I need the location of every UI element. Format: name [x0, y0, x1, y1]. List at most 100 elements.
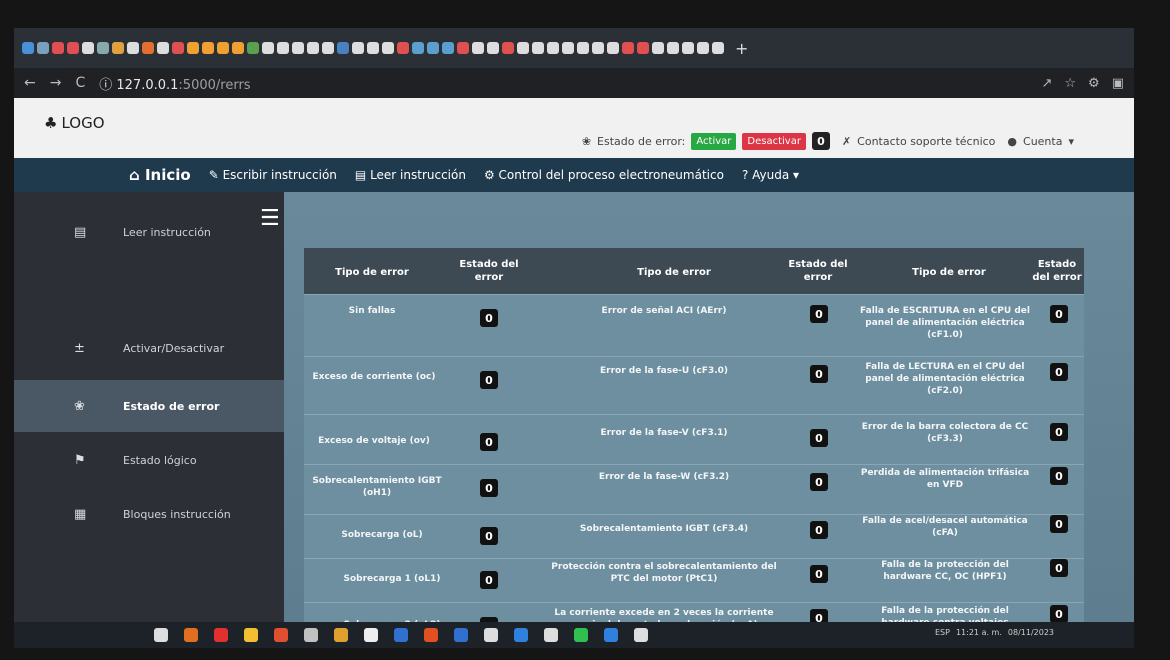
taskbar-app-icon[interactable] — [304, 628, 318, 642]
taskbar-app-icon[interactable] — [424, 628, 438, 642]
taskbar-app-icon[interactable] — [604, 628, 618, 642]
taskbar-app-icon[interactable] — [634, 628, 648, 642]
taskbar-app-icon[interactable] — [214, 628, 228, 642]
back-arrow-icon[interactable]: ← — [24, 75, 36, 91]
tab-favicon[interactable] — [97, 42, 109, 54]
tab-favicon[interactable] — [682, 42, 694, 54]
extensions-icon[interactable]: ⚙ — [1088, 76, 1100, 91]
tab-favicon[interactable] — [277, 42, 289, 54]
error-state-badge: 0 — [1050, 467, 1068, 485]
reload-icon[interactable]: C — [75, 75, 85, 91]
tab-favicon[interactable] — [397, 42, 409, 54]
tab-favicon[interactable] — [262, 42, 274, 54]
user-icon: ● — [1007, 134, 1018, 148]
taskbar-app-icon[interactable] — [544, 628, 558, 642]
tab-favicon[interactable] — [202, 42, 214, 54]
forward-arrow-icon[interactable]: → — [50, 75, 62, 91]
url-field[interactable]: ⓘ 127.0.0.1:5000/rerrs — [99, 74, 250, 93]
star-icon[interactable]: ☆ — [1064, 76, 1076, 91]
activate-button[interactable]: Activar — [691, 132, 737, 150]
tab-favicon[interactable] — [67, 42, 79, 54]
nav-help[interactable]: ? Ayuda ▾ — [742, 168, 799, 182]
taskbar-app-icon[interactable] — [334, 628, 348, 642]
tab-favicon[interactable] — [457, 42, 469, 54]
sidebar-item-error-status[interactable]: ❀ Estado de error — [14, 380, 284, 432]
tab-favicon[interactable] — [217, 42, 229, 54]
tab-favicon[interactable] — [367, 42, 379, 54]
sidebar-item-read-instruction[interactable]: ▤ Leer instrucción — [14, 206, 284, 258]
error-state-badge: 0 — [480, 371, 498, 389]
tab-favicon[interactable] — [562, 42, 574, 54]
tab-favicon[interactable] — [352, 42, 364, 54]
column-header-error-state: Estado del error — [459, 259, 519, 283]
sidebar-item-instruction-blocks[interactable]: ▦ Bloques instrucción — [14, 488, 284, 540]
browser-actions: ↗ ☆ ⚙ ▣ — [1041, 76, 1124, 91]
nav-write-instruction[interactable]: ✎ Escribir instrucción — [209, 168, 337, 182]
share-icon[interactable]: ↗ — [1041, 76, 1052, 91]
tab-favicon[interactable] — [112, 42, 124, 54]
support-link[interactable]: Contacto soporte técnico — [857, 135, 995, 148]
tab-favicon[interactable] — [322, 42, 334, 54]
tab-favicon[interactable] — [172, 42, 184, 54]
panel-icon[interactable]: ▣ — [1112, 76, 1124, 91]
nav-read-instruction[interactable]: ▤ Leer instrucción — [355, 168, 466, 182]
tab-favicon[interactable] — [577, 42, 589, 54]
taskbar-app-icon[interactable] — [364, 628, 378, 642]
tab-favicon[interactable] — [427, 42, 439, 54]
tab-favicon[interactable] — [292, 42, 304, 54]
tab-favicon[interactable] — [247, 42, 259, 54]
tab-favicon[interactable] — [382, 42, 394, 54]
tab-favicon[interactable] — [532, 42, 544, 54]
tab-favicon[interactable] — [142, 42, 154, 54]
error-state-badge: 0 — [1050, 423, 1068, 441]
tab-favicon[interactable] — [52, 42, 64, 54]
tab-favicon[interactable] — [442, 42, 454, 54]
os-taskbar: ESP 11:21 a. m. 08/11/2023 — [14, 622, 1134, 648]
tab-favicon[interactable] — [82, 42, 94, 54]
tab-favicon[interactable] — [412, 42, 424, 54]
tray-time[interactable]: 11:21 a. m. — [956, 628, 1002, 637]
tab-favicon[interactable] — [667, 42, 679, 54]
nav-process-control[interactable]: ⚙ Control del proceso electroneumático — [484, 168, 724, 182]
taskbar-app-icon[interactable] — [154, 628, 168, 642]
taskbar-app-icon[interactable] — [574, 628, 588, 642]
taskbar-app-icon[interactable] — [244, 628, 258, 642]
error-state-badge: 0 — [810, 429, 828, 447]
logo[interactable]: ♣ LOGO — [44, 114, 105, 132]
tab-favicon[interactable] — [337, 42, 349, 54]
taskbar-app-icon[interactable] — [514, 628, 528, 642]
taskbar-app-icon[interactable] — [484, 628, 498, 642]
new-tab-plus-icon[interactable]: + — [735, 39, 748, 58]
tab-favicon[interactable] — [502, 42, 514, 54]
deactivate-button[interactable]: Desactivar — [742, 132, 806, 150]
chevron-down-icon[interactable]: ▾ — [1068, 135, 1074, 148]
tab-favicon[interactable] — [127, 42, 139, 54]
tab-favicon[interactable] — [697, 42, 709, 54]
taskbar-app-icon[interactable] — [394, 628, 408, 642]
tab-favicon[interactable] — [307, 42, 319, 54]
taskbar-app-icon[interactable] — [454, 628, 468, 642]
tab-favicon[interactable] — [622, 42, 634, 54]
tab-favicon[interactable] — [157, 42, 169, 54]
tab-favicon[interactable] — [592, 42, 604, 54]
taskbar-app-icon[interactable] — [274, 628, 288, 642]
tab-favicon[interactable] — [712, 42, 724, 54]
tab-favicon[interactable] — [487, 42, 499, 54]
tab-favicon[interactable] — [637, 42, 649, 54]
nav-home[interactable]: ⌂ Inicio — [129, 166, 191, 184]
tab-favicon[interactable] — [607, 42, 619, 54]
tray-language[interactable]: ESP — [935, 628, 950, 637]
tab-favicon[interactable] — [547, 42, 559, 54]
tab-favicon[interactable] — [652, 42, 664, 54]
tab-favicon[interactable] — [187, 42, 199, 54]
sidebar-item-logic-status[interactable]: ⚑ Estado lógico — [14, 434, 284, 486]
tab-favicon[interactable] — [22, 42, 34, 54]
sidebar-item-activate-deactivate[interactable]: ± Activar/Desactivar — [14, 322, 284, 374]
account-dropdown[interactable]: Cuenta — [1023, 135, 1062, 148]
tray-date[interactable]: 08/11/2023 — [1008, 628, 1054, 637]
tab-favicon[interactable] — [472, 42, 484, 54]
tab-favicon[interactable] — [37, 42, 49, 54]
tab-favicon[interactable] — [232, 42, 244, 54]
taskbar-app-icon[interactable] — [184, 628, 198, 642]
tab-favicon[interactable] — [517, 42, 529, 54]
